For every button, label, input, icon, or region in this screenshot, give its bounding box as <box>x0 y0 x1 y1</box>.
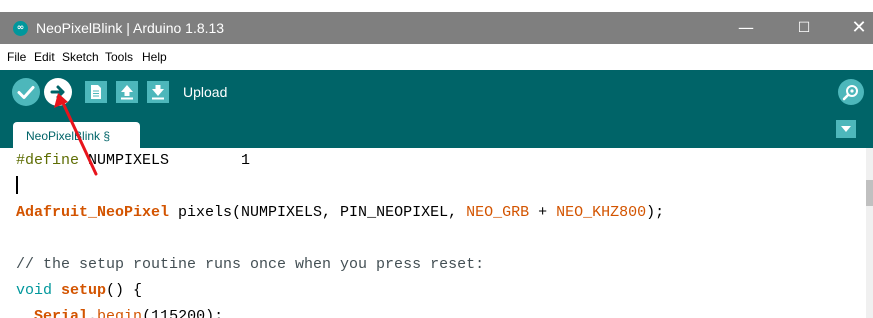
code-token: NUMPIXELS 1 <box>79 152 251 169</box>
window-title: NeoPixelBlink | Arduino 1.8.13 <box>36 20 225 36</box>
close-button[interactable]: ✕ <box>836 12 873 44</box>
code-editor[interactable]: #define NUMPIXELS 1 Adafruit_NeoPixel pix… <box>8 148 866 318</box>
code-token: Serial <box>34 308 89 318</box>
menu-bar: File Edit Sketch Tools Help <box>0 44 873 70</box>
tab-bar: NeoPixelBlink § <box>0 114 873 148</box>
upload-button[interactable] <box>44 78 72 106</box>
menu-sketch[interactable]: Sketch <box>62 50 99 64</box>
menu-edit[interactable]: Edit <box>34 50 55 64</box>
code-token: setup <box>61 282 107 299</box>
code-token: NEO_KHZ800 <box>556 204 647 221</box>
title-bar: ∞ NeoPixelBlink | Arduino 1.8.13 — ☐ ✕ <box>0 12 873 44</box>
minimize-button[interactable]: — <box>723 12 769 44</box>
code-token: . <box>88 308 98 318</box>
code-token: NEO_GRB <box>466 204 530 221</box>
right-arrow-icon <box>50 85 65 99</box>
code-token: #define <box>16 152 80 169</box>
vertical-scrollbar[interactable] <box>866 148 873 318</box>
up-arrow-icon <box>121 85 133 100</box>
code-token: + <box>529 204 557 221</box>
code-line: void setup() { <box>16 281 142 301</box>
open-button[interactable] <box>116 81 138 103</box>
tab-menu-button[interactable] <box>836 120 856 138</box>
code-token: Adafruit_NeoPixel <box>16 204 170 221</box>
scrollbar-thumb[interactable] <box>866 180 873 206</box>
tab-neopixelblink[interactable]: NeoPixelBlink § <box>13 122 140 148</box>
save-button[interactable] <box>147 81 169 103</box>
serial-monitor-button[interactable] <box>838 79 864 105</box>
verify-button[interactable] <box>12 78 40 106</box>
code-line: // the setup routine runs once when you … <box>16 255 484 275</box>
code-token: ); <box>646 204 665 221</box>
tab-label: NeoPixelBlink § <box>26 129 111 143</box>
menu-help[interactable]: Help <box>142 50 167 64</box>
menu-tools[interactable]: Tools <box>105 50 133 64</box>
code-token: pixels(NUMPIXELS, PIN_NEOPIXEL, <box>169 204 467 221</box>
magnifier-icon <box>842 85 858 101</box>
code-token: (115200); <box>142 308 224 318</box>
code-line: Adafruit_NeoPixel pixels(NUMPIXELS, PIN_… <box>16 203 664 223</box>
code-token: // the setup routine runs once when you … <box>16 256 485 273</box>
down-arrow-icon <box>152 85 164 100</box>
text-cursor <box>16 176 18 194</box>
code-token: void <box>16 282 53 299</box>
dropdown-triangle-icon <box>841 126 851 132</box>
toolbar: Upload <box>0 70 873 114</box>
maximize-button[interactable]: ☐ <box>781 12 827 44</box>
code-line: Serial.begin(115200); <box>16 307 223 318</box>
code-token: begin <box>97 308 143 318</box>
code-line: #define NUMPIXELS 1 <box>16 151 250 171</box>
checkmark-icon <box>17 86 35 99</box>
code-token: () { <box>106 282 143 299</box>
menu-file[interactable]: File <box>7 50 26 64</box>
document-icon <box>91 85 101 99</box>
new-sketch-button[interactable] <box>85 81 107 103</box>
toolbar-hover-label: Upload <box>183 84 228 100</box>
arduino-logo-icon: ∞ <box>13 21 28 36</box>
